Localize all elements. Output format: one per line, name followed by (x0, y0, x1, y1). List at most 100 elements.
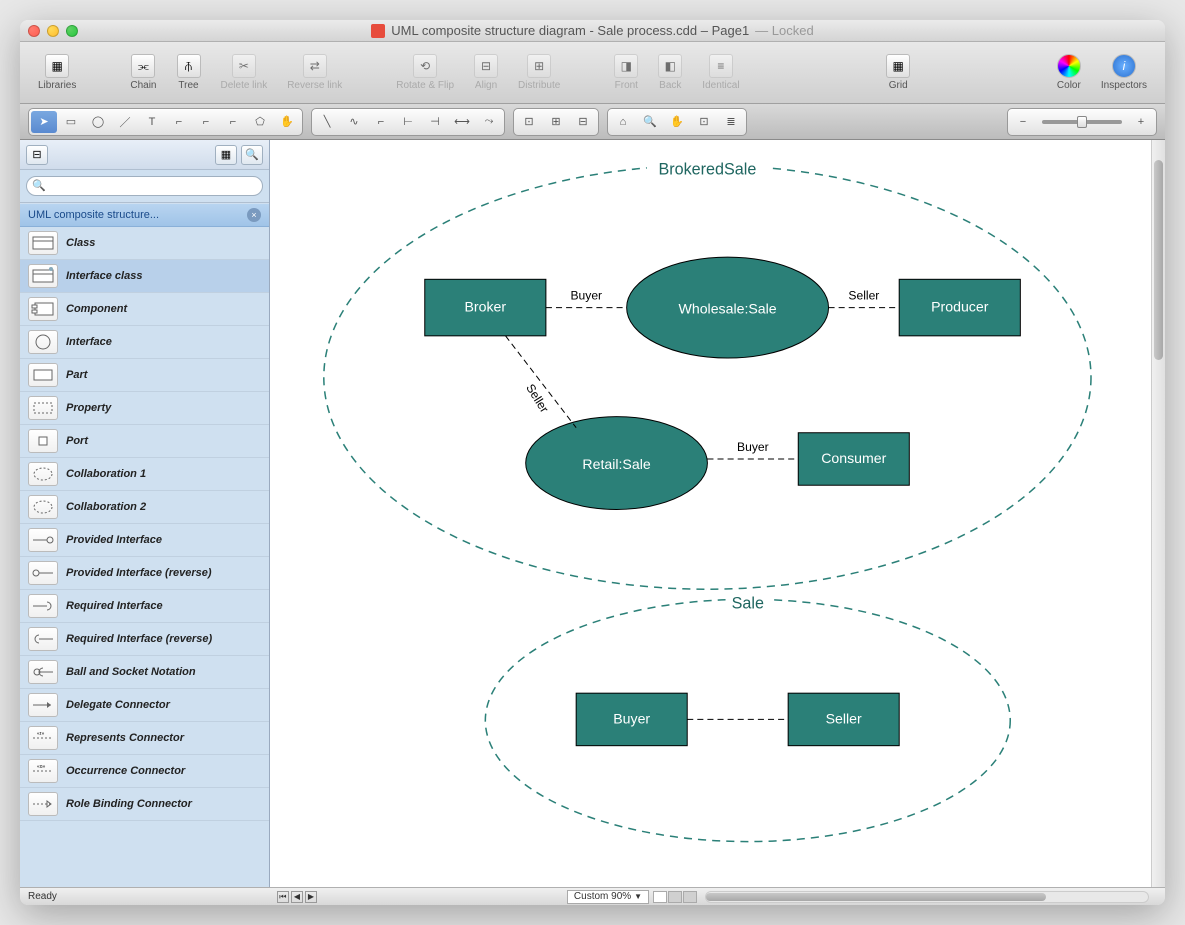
shape-item[interactable]: Required Interface (reverse) (20, 623, 269, 656)
conn-6[interactable]: ⟷ (449, 111, 475, 133)
rotate-flip-button[interactable]: ⟲ Rotate & Flip (388, 50, 462, 95)
shape-item[interactable]: «r» Represents Connector (20, 722, 269, 755)
conn-4[interactable]: ⊢ (395, 111, 421, 133)
inspectors-button[interactable]: i Inspectors (1093, 50, 1155, 95)
library-search-input[interactable] (26, 176, 263, 196)
shape-item[interactable]: «o» Occurrence Connector (20, 755, 269, 788)
distribute-button[interactable]: ⊞ Distribute (510, 50, 568, 95)
conn-3[interactable]: ⌐ (368, 111, 394, 133)
shape-item[interactable]: Interface (20, 326, 269, 359)
color-button[interactable]: Color (1049, 50, 1089, 95)
rect-tool[interactable]: ▭ (58, 111, 84, 133)
shape-name-label: Component (66, 303, 127, 315)
align-button[interactable]: ⊟ Align (466, 50, 506, 95)
shape-item[interactable]: Provided Interface (reverse) (20, 557, 269, 590)
brokered-sale-collaboration[interactable] (324, 165, 1091, 589)
shape-name-label: Interface (66, 336, 112, 348)
horizontal-scrollbar[interactable] (705, 891, 1149, 903)
nav-pan[interactable]: ✋ (664, 111, 690, 133)
page-tab-2[interactable] (668, 891, 682, 903)
shape-item[interactable]: Delegate Connector (20, 689, 269, 722)
shape-preview-icon (28, 231, 58, 255)
shape-item[interactable]: Role Binding Connector (20, 788, 269, 821)
shape-name-label: Role Binding Connector (66, 798, 192, 810)
shape-item[interactable]: Collaboration 2 (20, 491, 269, 524)
reverse-link-button[interactable]: ⇄ Reverse link (279, 50, 350, 95)
shape-item[interactable]: Component (20, 293, 269, 326)
library-sidebar: ⊟ ▦ 🔍 🔍 UML composite structure... × Cla… (20, 140, 270, 887)
libraries-button[interactable]: ▦ Libraries (30, 50, 84, 95)
page-tab-1[interactable] (653, 891, 667, 903)
connector-tool-2[interactable]: ⌐ (193, 111, 219, 133)
sidebar-collapse-button[interactable]: ⊟ (26, 145, 48, 165)
front-button[interactable]: ◨ Front (606, 50, 646, 95)
zoom-out-button[interactable]: − (1010, 111, 1036, 133)
ellipse-tool[interactable]: ◯ (85, 111, 111, 133)
sidebar-view-grid-button[interactable]: ▦ (215, 145, 237, 165)
library-title-bar[interactable]: UML composite structure... × (20, 203, 269, 227)
shape-item[interactable]: Collaboration 1 (20, 458, 269, 491)
zoom-window-button[interactable] (66, 25, 78, 37)
tree-button[interactable]: ⫚ Tree (169, 50, 209, 95)
text-tool[interactable]: T (139, 111, 165, 133)
sale-collaboration[interactable] (485, 599, 1010, 841)
nav-layers[interactable]: ≣ (718, 111, 744, 133)
producer-text: Producer (931, 299, 989, 315)
connector-tool-3[interactable]: ⌐ (220, 111, 246, 133)
shape-item[interactable]: Required Interface (20, 590, 269, 623)
nav-fit[interactable]: ⊡ (691, 111, 717, 133)
shape-preview-icon (28, 792, 58, 816)
sidebar-search-button[interactable]: 🔍 (241, 145, 263, 165)
shape-item[interactable]: Property (20, 392, 269, 425)
nav-zoom[interactable]: 🔍 (637, 111, 663, 133)
nav-home[interactable]: ⌂ (610, 111, 636, 133)
snap-2[interactable]: ⊞ (543, 111, 569, 133)
shape-item[interactable]: Class (20, 227, 269, 260)
page-next-button[interactable]: ▶ (305, 891, 317, 903)
zoom-display[interactable]: Custom 90% ▼ (567, 890, 649, 904)
shape-preview-icon (28, 660, 58, 684)
line-tool[interactable]: ／ (112, 111, 138, 133)
page-prev-button[interactable]: ◀ (291, 891, 303, 903)
pointer-tool[interactable]: ➤ (31, 111, 57, 133)
library-close-button[interactable]: × (247, 208, 261, 222)
canvas-area[interactable]: BrokeredSale Broker Wholesale:Sale Produ… (270, 140, 1165, 887)
connector-tool-1[interactable]: ⌐ (166, 111, 192, 133)
shape-item[interactable]: Interface class (20, 260, 269, 293)
close-window-button[interactable] (28, 25, 40, 37)
shape-item[interactable]: Part (20, 359, 269, 392)
hand-tool[interactable]: ✋ (274, 111, 300, 133)
zoom-in-button[interactable]: + (1128, 111, 1154, 133)
delete-link-button[interactable]: ✂ Delete link (213, 50, 276, 95)
shape-preview-icon (28, 495, 58, 519)
grid-button[interactable]: ▦ Grid (878, 50, 918, 95)
conn-2[interactable]: ∿ (341, 111, 367, 133)
reverse-link-icon: ⇄ (303, 54, 327, 78)
snap-1[interactable]: ⊡ (516, 111, 542, 133)
shape-item[interactable]: Ball and Socket Notation (20, 656, 269, 689)
broker-text: Broker (465, 299, 507, 315)
shape-item[interactable]: Port (20, 425, 269, 458)
minimize-window-button[interactable] (47, 25, 59, 37)
wholesale-text: Wholesale:Sale (679, 301, 777, 317)
sidebar-header: ⊟ ▦ 🔍 (20, 140, 269, 170)
vertical-scrollbar[interactable] (1151, 140, 1165, 887)
shape-name-label: Ball and Socket Notation (66, 666, 196, 678)
chain-button[interactable]: ⫘ Chain (122, 50, 164, 95)
buyer-text: Buyer (613, 710, 650, 726)
zoom-slider[interactable] (1042, 120, 1122, 124)
polygon-tool[interactable]: ⬠ (247, 111, 273, 133)
back-button[interactable]: ◧ Back (650, 50, 690, 95)
sidebar-search-row: 🔍 (20, 170, 269, 203)
shape-item[interactable]: Provided Interface (20, 524, 269, 557)
diagram-canvas[interactable]: BrokeredSale Broker Wholesale:Sale Produ… (270, 140, 1165, 887)
snap-3[interactable]: ⊟ (570, 111, 596, 133)
front-icon: ◨ (614, 54, 638, 78)
conn-1[interactable]: ╲ (314, 111, 340, 133)
identical-button[interactable]: ≡ Identical (694, 50, 747, 95)
conn-5[interactable]: ⊣ (422, 111, 448, 133)
conn-7[interactable]: ⤳ (476, 111, 502, 133)
window-title: UML composite structure diagram - Sale p… (20, 23, 1165, 38)
page-first-button[interactable]: ⏮ (277, 891, 289, 903)
page-tab-3[interactable] (683, 891, 697, 903)
